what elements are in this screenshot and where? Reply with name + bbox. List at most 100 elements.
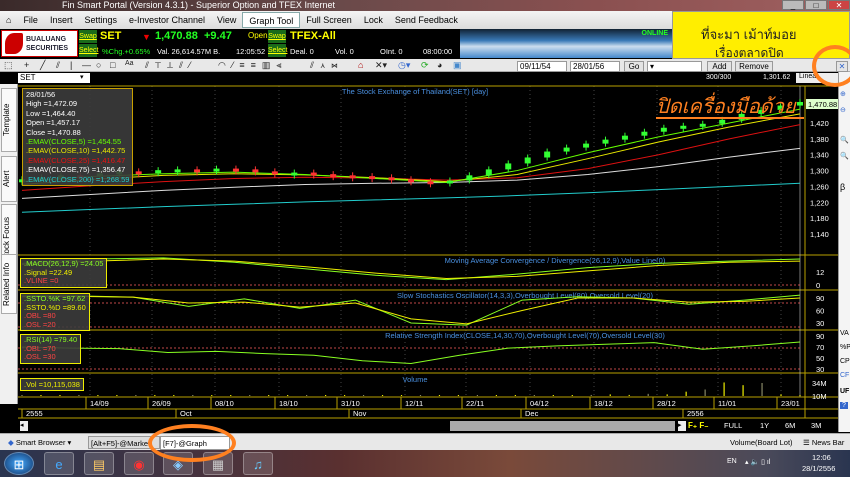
home-icon[interactable]: ⌂: [0, 12, 17, 28]
price-axis-label: 1,340: [810, 151, 829, 160]
line-tool-icon[interactable]: ╱: [40, 60, 45, 71]
minimize-button[interactable]: _: [782, 0, 804, 10]
tray-icons[interactable]: ▴ 🔈 ▯ ıl: [745, 458, 770, 466]
ad-text-2: เรื่องตลาดปิด: [715, 46, 784, 59]
date-label: 12/11: [405, 399, 423, 408]
tfex-select-button[interactable]: Select: [268, 44, 287, 57]
menu-e-investor-channel[interactable]: e-Investor Channel: [123, 12, 211, 28]
signal-line: [21, 258, 801, 280]
menu-file[interactable]: File: [17, 12, 44, 28]
date-from-input[interactable]: 09/11/54: [517, 61, 567, 72]
tfex-vol: Vol. 0: [335, 47, 354, 56]
period-label: Nov: [353, 409, 367, 418]
banner-image: ONLINE: [460, 29, 672, 58]
parallel-line-icon[interactable]: ⫽: [56, 60, 60, 71]
scroll-left-button[interactable]: ◂: [20, 421, 28, 431]
magnify-plus-icon[interactable]: 🔍: [840, 136, 849, 144]
range-1y[interactable]: 1Y: [760, 421, 769, 430]
start-button[interactable]: ⊞: [4, 452, 34, 475]
tool-va[interactable]: VA: [840, 330, 849, 337]
menu-bar: ⌂ File Insert Settings e-Investor Channe…: [0, 11, 672, 29]
select-button[interactable]: Select: [79, 44, 98, 57]
news-bar-button[interactable]: ☰ News Bar: [803, 438, 844, 447]
zoom-out-icon[interactable]: ⊖: [840, 106, 846, 114]
scroll-thumb[interactable]: [450, 421, 675, 431]
rsi-axis-label: 50: [816, 354, 824, 363]
rsi-axis-label: 70: [816, 343, 824, 352]
image-icon[interactable]: ▣: [453, 60, 462, 71]
clock-date: 28/1/2556: [802, 464, 836, 473]
tfex-swap-button[interactable]: Swap: [268, 30, 286, 43]
smart-browser-button[interactable]: ◆ Smart Browser ▾: [8, 438, 71, 447]
refresh-icon[interactable]: ⟳: [421, 60, 429, 71]
menu-lock[interactable]: Lock: [358, 12, 389, 28]
pattern-tools-icon[interactable]: ⫽⋏⋈: [310, 60, 344, 71]
clock-icon[interactable]: ◷▾: [398, 60, 410, 71]
chrome-icon[interactable]: ◉: [124, 452, 154, 475]
menu-graph-tool[interactable]: Graph Tool: [242, 12, 301, 28]
chart-scrollbar[interactable]: ◂ ▸ F₊ F₋ FULL 1Y 6M 3M: [18, 420, 838, 432]
select-tool-icon[interactable]: ⬚: [4, 60, 13, 71]
ssto-d-line: [21, 295, 801, 325]
magnify-minus-icon[interactable]: 🔍: [840, 152, 849, 160]
date-label: 22/11: [466, 399, 484, 408]
candle: [155, 170, 162, 174]
ticker-value: Val. 26,614.57M B.: [157, 47, 221, 56]
maximize-button[interactable]: □: [805, 0, 827, 10]
internet-explorer-icon[interactable]: e: [44, 452, 74, 475]
rsi-axis-label: 30: [816, 365, 824, 374]
range-6m[interactable]: 6M: [785, 421, 795, 430]
swap-button[interactable]: Swap: [79, 30, 97, 43]
range-full[interactable]: FULL: [724, 421, 742, 430]
scroll-right-button[interactable]: ▸: [678, 421, 686, 431]
tool-cp[interactable]: CP: [840, 358, 850, 365]
go-button[interactable]: Go: [624, 61, 644, 72]
tool-percent-p[interactable]: %P: [840, 344, 850, 351]
menu-view[interactable]: View: [211, 12, 242, 28]
info-close: Close =1,470.88: [26, 127, 81, 137]
tfex-deal: Deal. 0: [290, 47, 314, 56]
zoom-in-icon[interactable]: ⊕: [840, 90, 846, 98]
menu-send-feedback[interactable]: Send Feedback: [389, 12, 464, 28]
tool-uf[interactable]: UF: [840, 388, 849, 395]
text-tool-icon[interactable]: Aa: [125, 60, 134, 67]
delete-drawing-icon[interactable]: ✕▾: [375, 60, 387, 71]
macd-line: [21, 257, 801, 281]
circle-tool-icon[interactable]: ○: [96, 60, 101, 70]
date-label: 26/09: [152, 399, 171, 408]
menu-insert[interactable]: Insert: [44, 12, 79, 28]
candle: [135, 171, 142, 175]
drawing-tools-icon[interactable]: ◠⁄≡≡▥⫷: [218, 60, 287, 71]
symbol-dropdown-icon[interactable]: ▾: [80, 73, 84, 81]
rectangle-tool-icon[interactable]: □: [110, 60, 115, 70]
indicator-select[interactable]: ▾: [647, 61, 702, 72]
language-indicator[interactable]: EN: [727, 458, 737, 465]
candle: [291, 172, 298, 176]
volume-info-box: .Vol =10,115,038: [20, 378, 84, 391]
menu-settings[interactable]: Settings: [78, 12, 123, 28]
period-label: Oct: [180, 409, 193, 418]
help-icon[interactable]: ?: [840, 402, 848, 409]
range-3m[interactable]: 3M: [811, 421, 821, 430]
ticker-strip: Swap Select SET ▼ 1,470.88 +9.47 Open %C…: [0, 29, 672, 58]
itunes-icon[interactable]: ♫: [243, 452, 273, 475]
horizontal-line-icon[interactable]: —: [82, 60, 91, 70]
cursor-price: 1,301.62: [763, 74, 791, 81]
fibonacci-tools-icon[interactable]: ⫽⊤⊥⫽⁄: [145, 60, 197, 71]
magnet-icon[interactable]: ⌂: [358, 60, 363, 70]
vertical-line-icon[interactable]: |: [70, 60, 72, 70]
ema200-line: [21, 182, 801, 213]
file-explorer-icon[interactable]: ▤: [84, 452, 114, 475]
add-button[interactable]: Add: [707, 61, 732, 72]
tool-cf[interactable]: CF: [840, 372, 849, 379]
menu-full-screen[interactable]: Full Screen: [300, 12, 358, 28]
close-window-button[interactable]: ✕: [828, 0, 850, 10]
font-size-icons[interactable]: F₊ F₋: [688, 421, 708, 430]
palette-icon[interactable]: ◕: [437, 60, 442, 70]
remove-button[interactable]: Remove: [735, 61, 773, 72]
volume-board-lot[interactable]: Volume(Board Lot): [730, 438, 793, 447]
beta-icon[interactable]: β: [840, 182, 845, 192]
date-label: 18/10: [279, 399, 298, 408]
crosshair-icon[interactable]: +: [24, 60, 29, 70]
date-to-input[interactable]: 28/01/56: [570, 61, 620, 72]
